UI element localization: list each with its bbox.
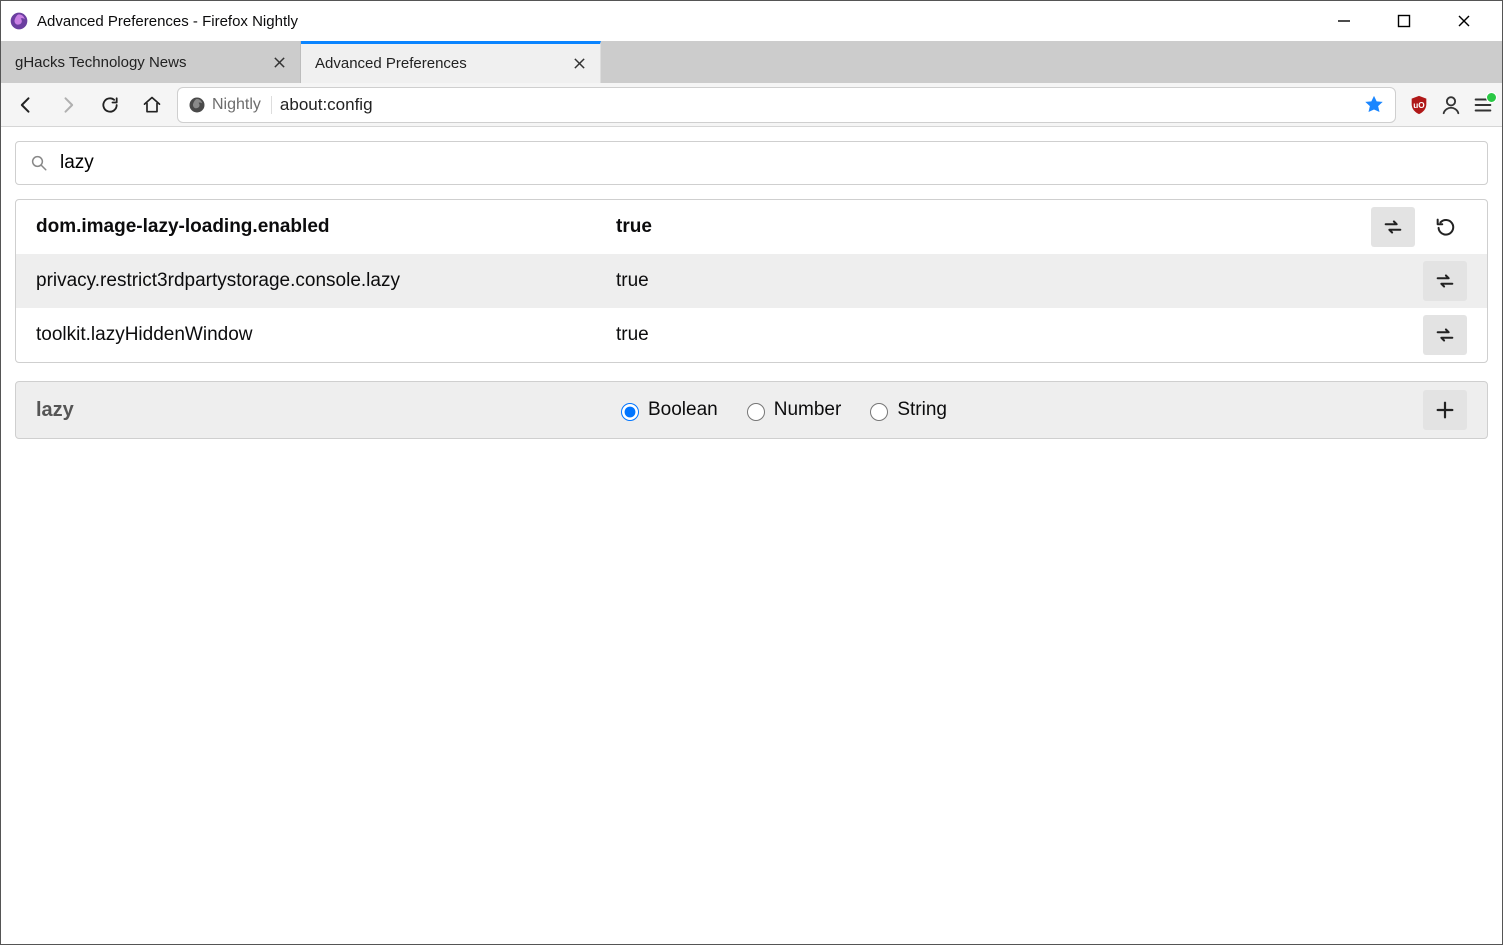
- tab-advanced-preferences[interactable]: Advanced Preferences: [301, 41, 601, 83]
- about-config-content: dom.image-lazy-loading.enabled true priv…: [1, 127, 1502, 944]
- type-number-radio[interactable]: Number: [742, 399, 842, 421]
- back-button[interactable]: [9, 88, 43, 122]
- url-bar[interactable]: Nightly about:config: [177, 87, 1396, 123]
- firefox-icon: [9, 11, 29, 31]
- maximize-button[interactable]: [1374, 1, 1434, 41]
- update-badge-icon: [1486, 92, 1497, 103]
- identity-box[interactable]: Nightly: [188, 96, 272, 114]
- close-icon[interactable]: [273, 56, 286, 69]
- app-menu-button[interactable]: [1472, 94, 1494, 116]
- type-string-radio[interactable]: String: [865, 399, 947, 421]
- identity-label: Nightly: [212, 96, 261, 114]
- pref-name: toolkit.lazyHiddenWindow: [36, 324, 616, 346]
- pref-value: true: [616, 270, 1423, 292]
- pref-row[interactable]: dom.image-lazy-loading.enabled true: [16, 200, 1487, 254]
- pref-name: privacy.restrict3rdpartystorage.console.…: [36, 270, 616, 292]
- pref-row[interactable]: privacy.restrict3rdpartystorage.console.…: [16, 254, 1487, 308]
- window: Advanced Preferences - Firefox Nightly g…: [0, 0, 1503, 945]
- forward-button[interactable]: [51, 88, 85, 122]
- home-button[interactable]: [135, 88, 169, 122]
- navigation-toolbar: Nightly about:config uO: [1, 83, 1502, 127]
- toggle-button[interactable]: [1371, 207, 1415, 247]
- tab-label: gHacks Technology News: [15, 54, 186, 71]
- pref-name: dom.image-lazy-loading.enabled: [36, 216, 616, 238]
- add-pref-button[interactable]: [1423, 390, 1467, 430]
- tab-label: Advanced Preferences: [315, 55, 467, 72]
- firefox-brand-icon: [188, 96, 206, 114]
- reload-button[interactable]: [93, 88, 127, 122]
- svg-text:uO: uO: [1413, 100, 1425, 109]
- tab-strip: gHacks Technology News Advanced Preferen…: [1, 41, 1502, 83]
- bookmark-star-icon[interactable]: [1363, 94, 1385, 116]
- close-window-button[interactable]: [1434, 1, 1494, 41]
- search-icon: [30, 154, 48, 172]
- new-pref-name: lazy: [36, 399, 616, 422]
- account-icon[interactable]: [1440, 94, 1462, 116]
- new-pref-row: lazy Boolean Number String: [15, 381, 1488, 439]
- tab-ghacks[interactable]: gHacks Technology News: [1, 41, 301, 83]
- pref-row[interactable]: toolkit.lazyHiddenWindow true: [16, 308, 1487, 362]
- pref-value: true: [616, 216, 1371, 238]
- type-boolean-radio[interactable]: Boolean: [616, 399, 718, 421]
- url-text: about:config: [280, 95, 373, 115]
- window-title: Advanced Preferences - Firefox Nightly: [37, 13, 1314, 30]
- ublock-icon[interactable]: uO: [1408, 94, 1430, 116]
- titlebar: Advanced Preferences - Firefox Nightly: [1, 1, 1502, 41]
- pref-search-box[interactable]: [15, 141, 1488, 185]
- close-icon[interactable]: [573, 57, 586, 70]
- reset-button[interactable]: [1423, 207, 1467, 247]
- pref-table: dom.image-lazy-loading.enabled true priv…: [15, 199, 1488, 363]
- toggle-button[interactable]: [1423, 261, 1467, 301]
- pref-search-input[interactable]: [58, 151, 1473, 175]
- pref-value: true: [616, 324, 1423, 346]
- minimize-button[interactable]: [1314, 1, 1374, 41]
- toggle-button[interactable]: [1423, 315, 1467, 355]
